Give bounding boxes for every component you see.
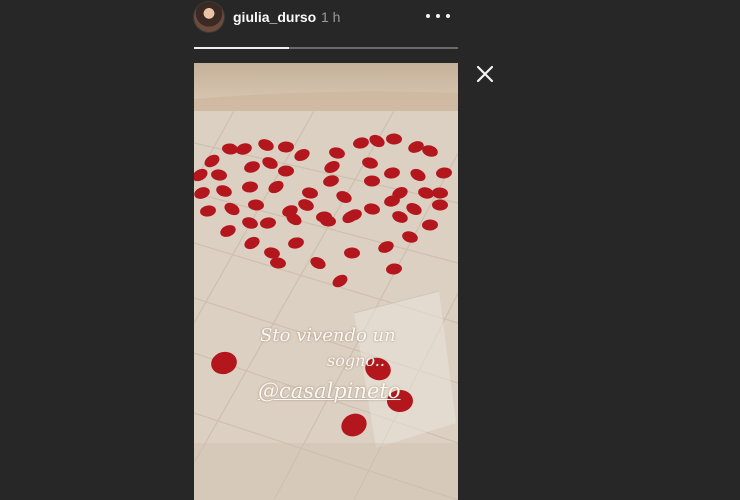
story-header: giulia_durso 1 h bbox=[194, 0, 458, 36]
timestamp: 1 h bbox=[321, 9, 341, 25]
story-caption-line1: Sto vivendo un bbox=[260, 325, 396, 346]
rose-petal bbox=[364, 175, 380, 187]
story-progress-bar bbox=[194, 47, 458, 49]
story-caption-line2: sogno.. bbox=[327, 351, 385, 370]
username[interactable]: giulia_durso bbox=[233, 9, 316, 25]
avatar[interactable] bbox=[194, 2, 224, 32]
more-options-icon[interactable] bbox=[426, 6, 450, 26]
story-progress-fill bbox=[194, 47, 290, 49]
close-icon[interactable] bbox=[474, 63, 496, 85]
dot bbox=[446, 14, 450, 18]
story-photo bbox=[194, 63, 458, 500]
dot bbox=[426, 14, 430, 18]
story-media[interactable]: Sto vivendo un sogno.. @casalpineto bbox=[194, 63, 458, 500]
mention-sticker[interactable]: @casalpineto bbox=[258, 379, 401, 403]
dot bbox=[436, 14, 440, 18]
